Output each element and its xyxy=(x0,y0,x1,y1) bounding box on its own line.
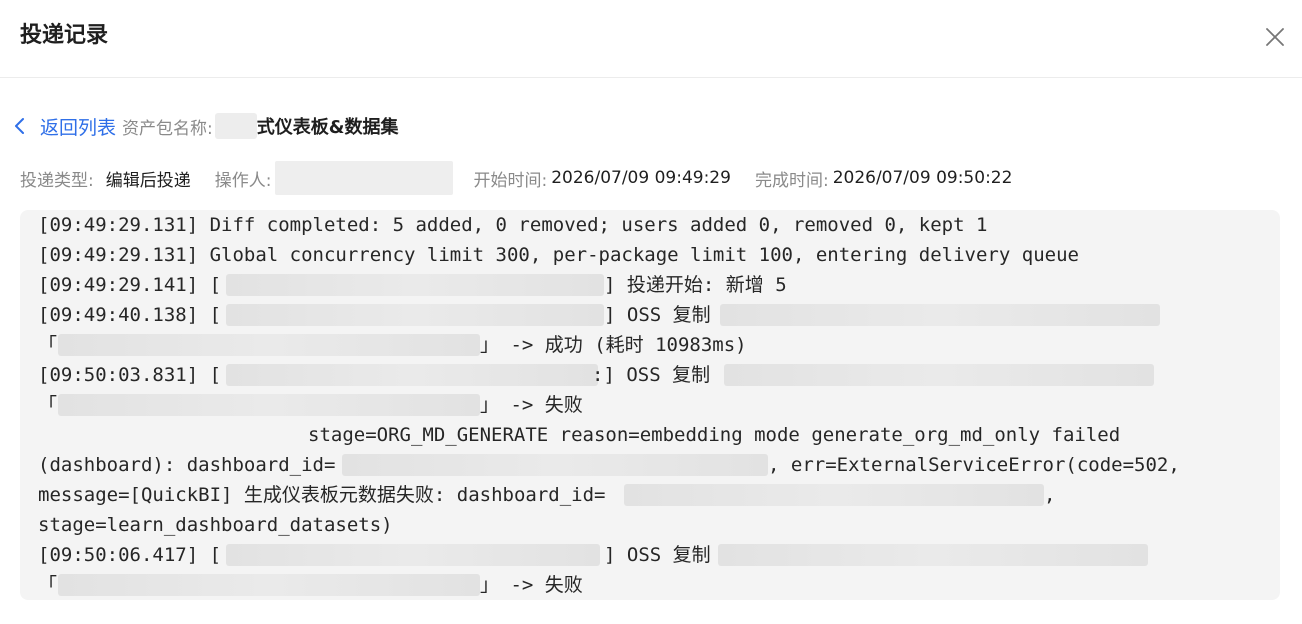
dialog-title: 投递记录 xyxy=(20,23,109,48)
log-line-suffix: 」 -> 成功 (耗时 10983ms) xyxy=(480,334,747,356)
delivery-meta: 投递类型: 编辑后投递 操作人: 开始时间: 2026/07/09 09:49:… xyxy=(20,161,1013,195)
log-line-suffix: 」 -> 失败 xyxy=(480,394,583,416)
end-time-value: 2026/07/09 09:50:22 xyxy=(832,168,1013,188)
operator-label: 操作人: xyxy=(214,170,272,191)
redacted-value xyxy=(226,544,600,566)
log-line-suffix: ] OSS 复制 xyxy=(604,544,711,566)
log-line-prefix: [09:49:29.141] [ xyxy=(38,274,222,296)
log-line: [09:49:29.131] Diff completed: 5 added, … xyxy=(38,214,988,236)
log-line-suffix: ] 投递开始: 新增 5 xyxy=(604,274,787,296)
close-icon[interactable] xyxy=(1262,24,1288,50)
redacted-value xyxy=(718,544,1148,566)
log-line-prefix: (dashboard): dashboard_id= xyxy=(38,454,336,476)
log-line: stage=ORG_MD_GENERATE reason=embedding m… xyxy=(308,424,1121,446)
log-line-prefix: 「 xyxy=(38,574,58,596)
redacted-value xyxy=(720,304,1160,326)
log-line: [09:49:29.131] Global concurrency limit … xyxy=(38,244,1079,266)
end-time-label: 完成时间: xyxy=(754,170,829,191)
back-to-list-link[interactable]: 返回列表 xyxy=(40,113,116,140)
package-name-value: 式仪表板&数据集 xyxy=(256,117,399,138)
log-line-suffix: :] OSS 复制 xyxy=(592,364,711,386)
log-line-suffix: , xyxy=(1044,484,1056,506)
delivery-type-label: 投递类型: xyxy=(20,170,94,191)
delivery-log: [09:49:29.131] Diff completed: 5 added, … xyxy=(20,210,1280,600)
redacted-value xyxy=(58,394,480,416)
redacted-value xyxy=(226,304,604,326)
log-line-prefix: [09:50:06.417] [ xyxy=(38,544,222,566)
redacted-value xyxy=(58,334,480,356)
log-line-prefix: [09:50:03.831] [ xyxy=(38,364,222,386)
delivery-type-value: 编辑后投递 xyxy=(105,170,191,191)
log-line-suffix: 」 -> 失败 xyxy=(480,574,583,596)
log-line-prefix: 「 xyxy=(38,334,58,356)
redacted-value xyxy=(724,364,1154,386)
dialog-header: 投递记录 xyxy=(0,0,1302,78)
log-line-prefix: [09:49:40.138] [ xyxy=(38,304,222,326)
start-time-label: 开始时间: xyxy=(473,170,548,191)
redacted-package-prefix xyxy=(214,113,257,139)
package-name-label: 资产包名称: xyxy=(122,118,213,139)
redacted-operator xyxy=(275,161,454,195)
log-line-prefix: message=[QuickBI] 生成仪表板元数据失败: dashboard_… xyxy=(38,484,606,506)
chevron-left-icon[interactable] xyxy=(10,115,32,137)
start-time-value: 2026/07/09 09:49:29 xyxy=(551,168,731,188)
log-line: stage=learn_dashboard_datasets) xyxy=(38,514,393,536)
redacted-value xyxy=(58,574,480,596)
log-line-suffix: ] OSS 复制 xyxy=(604,304,711,326)
redacted-value xyxy=(226,364,598,386)
redacted-value xyxy=(624,484,1044,506)
redacted-value xyxy=(342,454,768,476)
back-row: 返回列表 资产包名称: 式仪表板&数据集 xyxy=(10,110,398,142)
log-line-suffix: , err=ExternalServiceError(code=502, xyxy=(768,454,1180,476)
log-line-prefix: 「 xyxy=(38,394,58,416)
redacted-value xyxy=(226,274,604,296)
